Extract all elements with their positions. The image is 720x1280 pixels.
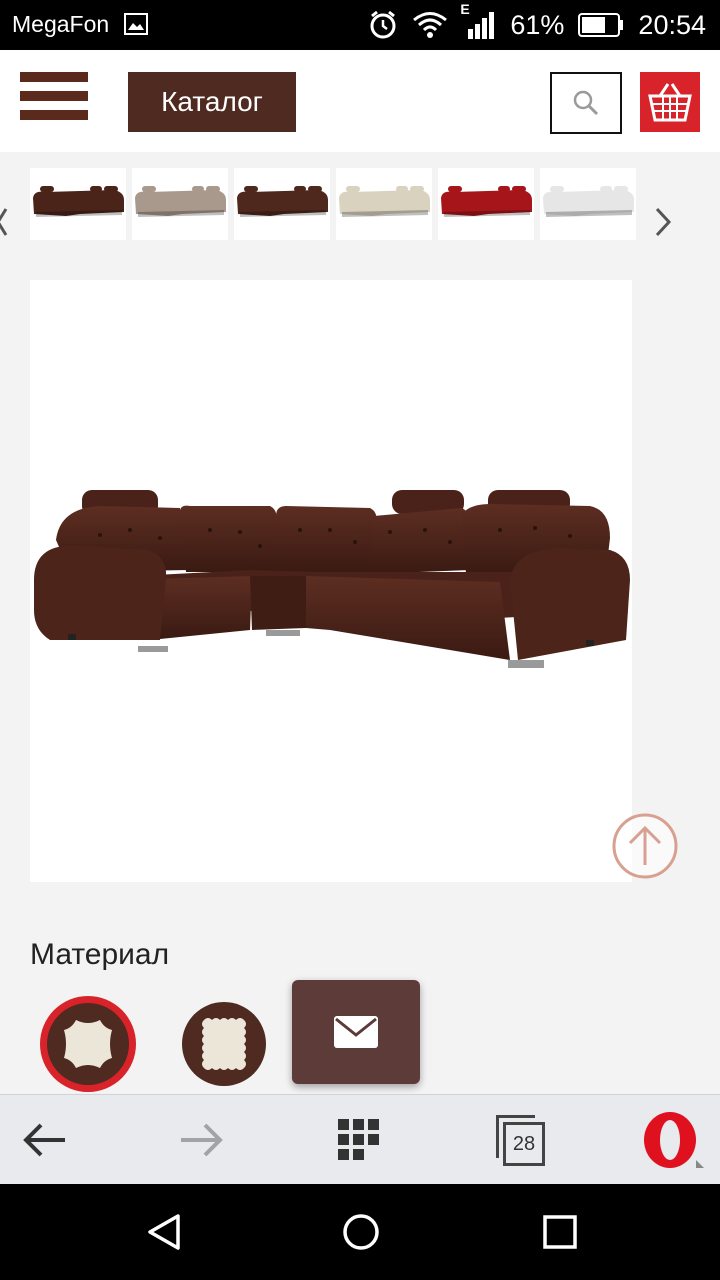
contact-mail-button[interactable] — [292, 980, 420, 1084]
browser-toolbar: 28 — [0, 1094, 720, 1185]
status-bar: MegaFon E 61% 20:54 — [0, 0, 720, 50]
carrier-name: MegaFon — [12, 11, 110, 37]
sofa-thumb-cream[interactable] — [336, 168, 432, 240]
site-header: Каталог — [0, 50, 720, 152]
chevron-right-icon[interactable] — [652, 205, 674, 244]
cart-button[interactable] — [640, 72, 700, 132]
back-arrow-icon[interactable] — [10, 1095, 80, 1185]
grid-icon[interactable] — [324, 1095, 394, 1185]
leather-hide-icon — [64, 1020, 112, 1068]
mail-icon — [334, 1016, 378, 1048]
material-option-leather[interactable] — [40, 996, 136, 1092]
clock: 20:54 — [638, 9, 706, 40]
system-navigation-bar — [0, 1184, 720, 1280]
fabric-swatch-icon — [202, 1018, 246, 1070]
corner-sofa-image — [34, 490, 630, 668]
battery-icon — [578, 13, 624, 37]
basket-icon — [648, 83, 692, 122]
tabs-count: 28 — [503, 1122, 545, 1166]
home-circle-icon[interactable] — [331, 1184, 391, 1280]
wifi-icon — [413, 12, 448, 38]
search-button[interactable] — [550, 72, 622, 134]
hamburger-icon[interactable] — [20, 72, 88, 132]
material-option-fabric[interactable] — [182, 1002, 266, 1086]
arrow-up-circle-icon — [612, 813, 678, 879]
alarm-icon — [370, 10, 396, 39]
thumbnail-strip — [0, 168, 720, 240]
battery-percent: 61% — [510, 9, 565, 40]
sofa-thumb-red[interactable] — [438, 168, 534, 240]
sofa-thumb-brown[interactable] — [234, 168, 330, 240]
forward-arrow-icon[interactable] — [166, 1095, 236, 1185]
catalog-button[interactable]: Каталог — [128, 72, 296, 132]
tabs-icon: 28 — [496, 1115, 545, 1166]
opera-logo-icon[interactable] — [636, 1095, 710, 1185]
tabs-button[interactable]: 28 — [484, 1095, 554, 1185]
network-type: E — [460, 1, 470, 17]
material-heading: Материал — [30, 938, 170, 971]
product-image[interactable] — [30, 280, 632, 882]
sofa-thumb-beige[interactable] — [132, 168, 228, 240]
search-icon — [573, 90, 599, 116]
signal-icon: E — [460, 1, 496, 39]
gallery-icon — [124, 13, 148, 35]
recents-square-icon[interactable] — [530, 1184, 590, 1280]
sofa-thumb-white[interactable] — [540, 168, 636, 240]
sofa-thumb-dark-brown[interactable] — [30, 168, 126, 240]
scroll-top-button[interactable] — [612, 813, 678, 879]
back-triangle-icon[interactable] — [134, 1184, 194, 1280]
